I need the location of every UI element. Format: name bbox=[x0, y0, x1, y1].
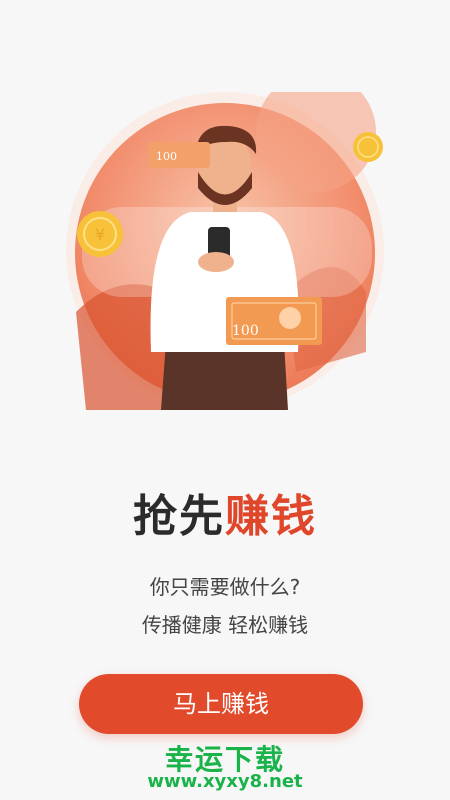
watermark-url: www.xyxy8.net bbox=[147, 771, 303, 792]
svg-text:100: 100 bbox=[156, 150, 177, 163]
svg-text:¥: ¥ bbox=[95, 225, 105, 244]
hero-illustration: 100 100 ¥ bbox=[66, 92, 384, 410]
subtitle-line-1: 你只需要做什么? bbox=[149, 575, 301, 599]
page-title: 抢先赚钱 bbox=[0, 480, 450, 544]
earn-now-button[interactable]: 马上赚钱 bbox=[79, 674, 363, 734]
title-part-1: 抢先 bbox=[133, 491, 225, 542]
title-part-2: 赚钱 bbox=[225, 491, 317, 542]
subtitle-line-2: 传播健康 轻松赚钱 bbox=[141, 613, 309, 637]
onboarding-screen: 100 100 ¥ 抢先赚钱 你只需要做什么? 传播健康 轻松赚钱 马上赚钱 幸… bbox=[0, 0, 450, 800]
svg-text:100: 100 bbox=[232, 323, 259, 339]
